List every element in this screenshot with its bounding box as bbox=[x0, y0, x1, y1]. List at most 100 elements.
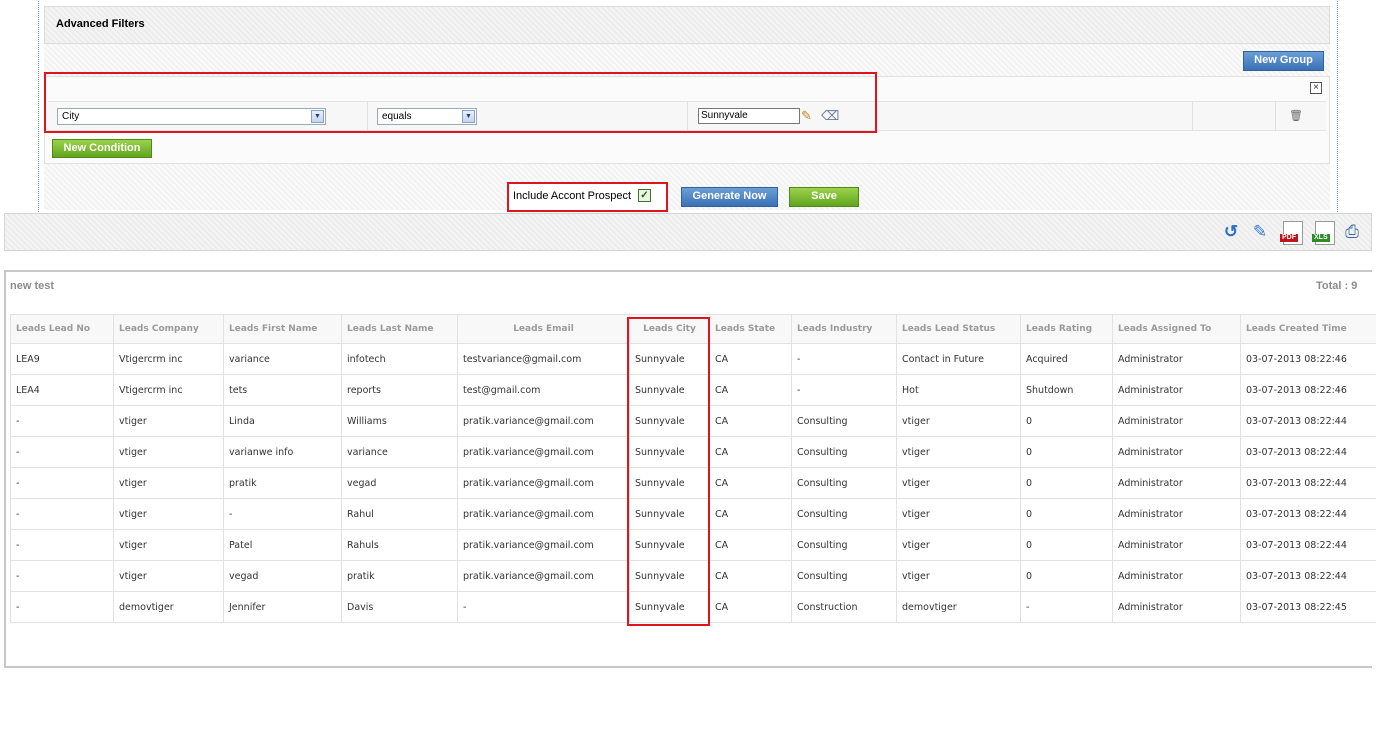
table-cell: 0 bbox=[1020, 467, 1113, 499]
table-cell: vegad bbox=[223, 560, 342, 592]
column-header[interactable]: Leads Last Name bbox=[341, 314, 458, 344]
table-cell: LEA9 bbox=[10, 343, 114, 375]
table-cell: vegad bbox=[341, 467, 458, 499]
table-cell: Shutdown bbox=[1020, 374, 1113, 406]
generate-now-button[interactable]: Generate Now bbox=[681, 187, 778, 207]
table-cell: Vtigercrm inc bbox=[113, 343, 224, 375]
table-cell: 03-07-2013 08:22:44 bbox=[1240, 467, 1376, 499]
table-cell: vtiger bbox=[896, 405, 1021, 437]
table-cell: Administrator bbox=[1112, 374, 1241, 406]
column-header[interactable]: Leads Lead Status bbox=[896, 314, 1021, 344]
table-cell: 03-07-2013 08:22:44 bbox=[1240, 560, 1376, 592]
table-cell: pratik.variance@gmail.com bbox=[457, 405, 630, 437]
table-cell: variance bbox=[223, 343, 342, 375]
table-cell: Administrator bbox=[1112, 405, 1241, 437]
table-cell: pratik bbox=[223, 467, 342, 499]
city-column-highlight-box bbox=[627, 317, 710, 626]
table-cell: Jennifer bbox=[223, 591, 342, 623]
table-cell: Consulting bbox=[791, 529, 897, 561]
table-cell: 0 bbox=[1020, 529, 1113, 561]
table-cell: pratik.variance@gmail.com bbox=[457, 498, 630, 530]
table-cell: Consulting bbox=[791, 436, 897, 468]
table-cell: vtiger bbox=[113, 498, 224, 530]
table-cell: Acquired bbox=[1020, 343, 1113, 375]
table-cell: Consulting bbox=[791, 405, 897, 437]
table-cell: test@gmail.com bbox=[457, 374, 630, 406]
refresh-icon[interactable]: ↺ bbox=[1219, 220, 1243, 244]
table-cell: - bbox=[791, 374, 897, 406]
report-title: new test bbox=[10, 280, 55, 292]
save-button[interactable]: Save bbox=[789, 187, 859, 207]
column-header[interactable]: Leads Rating bbox=[1020, 314, 1113, 344]
excel-export-icon[interactable]: XLS bbox=[1312, 220, 1336, 245]
column-header[interactable]: Leads Industry bbox=[791, 314, 897, 344]
table-cell: CA bbox=[709, 498, 792, 530]
table-cell: Davis bbox=[341, 591, 458, 623]
table-cell: 03-07-2013 08:22:44 bbox=[1240, 498, 1376, 530]
close-group-icon[interactable]: × bbox=[1310, 82, 1322, 94]
table-cell: vtiger bbox=[896, 560, 1021, 592]
table-cell: - bbox=[791, 343, 897, 375]
pdf-export-icon[interactable]: PDF bbox=[1280, 220, 1304, 245]
table-cell: Consulting bbox=[791, 498, 897, 530]
table-cell: Hot bbox=[896, 374, 1021, 406]
table-cell: - bbox=[10, 405, 114, 437]
column-header[interactable]: Leads Lead No bbox=[10, 314, 114, 344]
new-condition-button[interactable]: New Condition bbox=[52, 139, 152, 158]
table-cell: pratik.variance@gmail.com bbox=[457, 436, 630, 468]
table-cell: Administrator bbox=[1112, 343, 1241, 375]
table-cell: vtiger bbox=[113, 405, 224, 437]
table-cell: CA bbox=[709, 374, 792, 406]
table-cell: CA bbox=[709, 405, 792, 437]
table-cell: Rahuls bbox=[341, 529, 458, 561]
table-cell: 03-07-2013 08:22:46 bbox=[1240, 343, 1376, 375]
table-cell: 0 bbox=[1020, 560, 1113, 592]
table-cell: varianwe info bbox=[223, 436, 342, 468]
include-prospect-label: Include Accont Prospect bbox=[513, 190, 632, 202]
table-cell: Administrator bbox=[1112, 591, 1241, 623]
table-cell: 0 bbox=[1020, 405, 1113, 437]
column-header[interactable]: Leads State bbox=[709, 314, 792, 344]
table-cell: 03-07-2013 08:22:44 bbox=[1240, 436, 1376, 468]
include-prospect-checkbox[interactable]: ✓ bbox=[638, 189, 651, 202]
table-cell: 03-07-2013 08:22:45 bbox=[1240, 591, 1376, 623]
column-header[interactable]: Leads Assigned To bbox=[1112, 314, 1241, 344]
edit-icon[interactable]: ✎ bbox=[1248, 220, 1272, 244]
table-cell: Patel bbox=[223, 529, 342, 561]
table-cell: Linda bbox=[223, 405, 342, 437]
table-cell: - bbox=[10, 529, 114, 561]
table-cell: reports bbox=[341, 374, 458, 406]
table-cell: LEA4 bbox=[10, 374, 114, 406]
print-icon[interactable]: ⎙ bbox=[1340, 220, 1364, 244]
column-header[interactable]: Leads Company bbox=[113, 314, 224, 344]
table-cell: Consulting bbox=[791, 560, 897, 592]
table-cell: CA bbox=[709, 436, 792, 468]
table-cell: pratik.variance@gmail.com bbox=[457, 529, 630, 561]
table-cell: CA bbox=[709, 343, 792, 375]
table-cell: vtiger bbox=[896, 529, 1021, 561]
table-cell: - bbox=[10, 560, 114, 592]
table-cell: vtiger bbox=[896, 467, 1021, 499]
table-cell: vtiger bbox=[113, 560, 224, 592]
delete-condition-icon[interactable]: 🗑 bbox=[1289, 109, 1303, 123]
column-header[interactable]: Leads Created Time bbox=[1240, 314, 1376, 344]
table-cell: CA bbox=[709, 467, 792, 499]
table-cell: - bbox=[10, 591, 114, 623]
table-cell: 03-07-2013 08:22:46 bbox=[1240, 374, 1376, 406]
column-header[interactable]: Leads Email bbox=[457, 314, 630, 344]
new-group-button[interactable]: New Group bbox=[1243, 51, 1324, 71]
table-cell: 03-07-2013 08:22:44 bbox=[1240, 405, 1376, 437]
table-cell: Williams bbox=[341, 405, 458, 437]
table-cell: Administrator bbox=[1112, 498, 1241, 530]
table-cell: pratik.variance@gmail.com bbox=[457, 467, 630, 499]
table-cell: testvariance@gmail.com bbox=[457, 343, 630, 375]
table-cell: Vtigercrm inc bbox=[113, 374, 224, 406]
report-toolbar bbox=[4, 213, 1372, 251]
table-cell: - bbox=[1020, 591, 1113, 623]
table-cell: - bbox=[10, 436, 114, 468]
column-header[interactable]: Leads First Name bbox=[223, 314, 342, 344]
table-cell: tets bbox=[223, 374, 342, 406]
table-cell: vtiger bbox=[113, 436, 224, 468]
condition-highlight-box bbox=[44, 72, 877, 133]
table-cell: CA bbox=[709, 591, 792, 623]
